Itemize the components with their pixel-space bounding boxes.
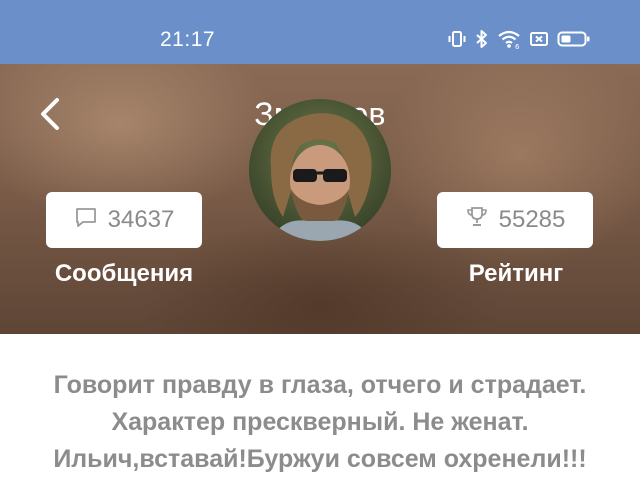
svg-text:6: 6 [515, 43, 520, 49]
rating-count-button[interactable]: 55285 [437, 192, 593, 248]
battery-icon [557, 29, 591, 49]
avatar[interactable] [249, 99, 391, 241]
bio-line: Ильич,вставай!Буржуи совсем охренели!!! [53, 445, 587, 473]
bluetooth-icon [475, 29, 489, 49]
bio-line: Характер прескверный. Не женат. [111, 408, 529, 436]
trophy-icon [465, 205, 489, 236]
status-bar: 21:17 6 [0, 0, 640, 64]
rating-count: 55285 [498, 206, 566, 233]
messages-count: 34637 [107, 206, 175, 233]
status-time: 21:17 [160, 28, 216, 51]
messages-count-button[interactable]: 34637 [46, 192, 202, 248]
messages-label: Сообщения [54, 260, 194, 287]
wifi-icon: 6 [497, 29, 521, 49]
bio-line: Говорит правду в глаза, отчего и страдае… [53, 371, 587, 399]
sim-off-icon [529, 29, 549, 49]
status-icons: 6 [447, 29, 591, 49]
rating-label: Рейтинг [468, 260, 564, 287]
vibrate-icon [447, 29, 467, 49]
chat-bubble-icon [74, 205, 98, 236]
profile-bio: Говорит правду в глаза, отчего и страдае… [0, 367, 640, 478]
